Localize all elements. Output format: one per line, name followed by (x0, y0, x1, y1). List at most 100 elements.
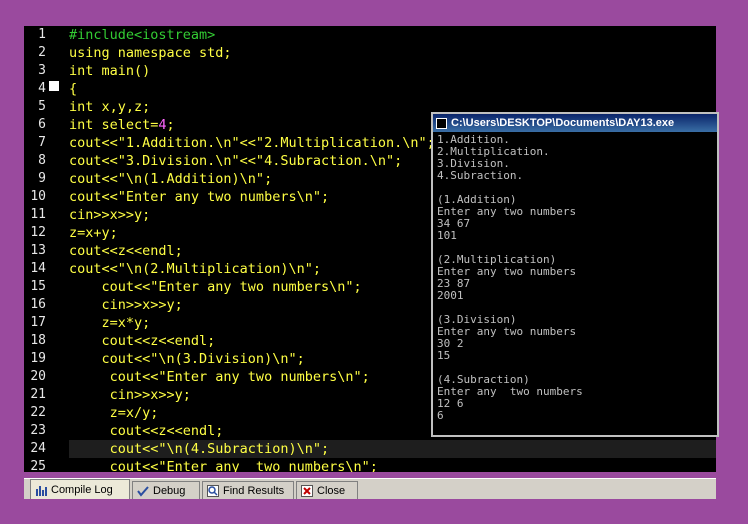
code-line[interactable]: int x,y,z; (69, 98, 150, 116)
code-token: cout<<"Enter any two numbers\n"; (69, 189, 330, 205)
code-line[interactable]: cout<<"Enter any two numbers\n"; (69, 368, 370, 386)
tab-find-results[interactable]: Find Results (202, 481, 294, 499)
code-line[interactable]: cout<<z<<endl; (69, 422, 224, 440)
bottom-tab-bar: Compile Log Debug Find Results Close (24, 478, 716, 499)
tab-label: Close (317, 484, 346, 497)
line-number: 20 (30, 369, 46, 384)
code-token: cin>>x>>y; (69, 387, 191, 403)
line-number: 25 (30, 459, 46, 472)
line-number: 11 (30, 207, 46, 222)
tab-close[interactable]: Close (296, 481, 358, 499)
current-line-marker (49, 81, 59, 91)
console-line: 101 (437, 229, 457, 242)
line-number: 1 (38, 27, 46, 42)
console-line: Enter any two numbers (437, 205, 577, 218)
close-icon (301, 484, 313, 497)
tab-label: Find Results (223, 484, 285, 497)
code-token: z=x/y; (69, 405, 159, 421)
tab-debug[interactable]: Debug (132, 481, 200, 499)
console-line: Enter any two numbers (437, 265, 577, 278)
code-token: cout<<"\n(2.Multiplication)\n"; (69, 261, 321, 277)
code-line[interactable]: cout<<"\n(2.Multiplication)\n"; (69, 260, 321, 278)
line-number: 6 (38, 117, 46, 132)
find-icon (207, 484, 219, 497)
console-line: 4.Subraction. (437, 169, 524, 182)
code-token: cout<<z<<endl; (69, 333, 216, 349)
code-token: int main() (69, 63, 151, 79)
console-line: Enter any two numbers (437, 385, 583, 398)
console-line: 15 (437, 349, 451, 362)
code-token: cout<<"Enter any two numbers\n"; (69, 279, 362, 295)
check-icon (137, 485, 149, 497)
tab-compile-log[interactable]: Compile Log (30, 479, 130, 499)
console-line: 30 2 (437, 337, 464, 350)
console-line: 23 87 (437, 277, 471, 290)
line-number: 4 (38, 81, 46, 96)
code-token: int x,y,z; (69, 99, 151, 115)
code-line[interactable]: cout<<"3.Division.\n"<<"4.Subraction.\n"… (69, 152, 402, 170)
line-number: 14 (30, 261, 46, 276)
line-number: 13 (30, 243, 46, 258)
line-number: 21 (30, 387, 46, 402)
code-line[interactable]: cout<<z<<endl; (69, 332, 216, 350)
code-token: z=x+y; (69, 225, 118, 241)
code-token: using namespace std; (69, 45, 232, 61)
code-line[interactable]: cin>>x>>y; (69, 386, 191, 404)
code-line[interactable]: cout<<"Enter any two numbers\n"; (69, 458, 378, 472)
code-line[interactable]: z=x*y; (69, 314, 151, 332)
code-line[interactable]: { (69, 80, 77, 98)
code-line[interactable]: cout<<"\n(1.Addition)\n"; (69, 170, 272, 188)
line-number: 23 (30, 423, 46, 438)
console-line: 12 6 (437, 397, 464, 410)
code-line[interactable]: #include<iostream> (69, 26, 215, 44)
code-line[interactable]: using namespace std; (69, 44, 232, 62)
code-token: { (69, 81, 78, 97)
code-line[interactable]: cout<<"1.Addition.\n"<<"2.Multiplication… (69, 134, 435, 152)
console-output: 1.Addition. 2.Multiplication. 3.Division. 4… (433, 132, 717, 422)
code-line[interactable]: cin>>x>>y; (69, 206, 150, 224)
line-number: 18 (30, 333, 46, 348)
code-token: #include<iostream> (69, 27, 216, 43)
line-number: 7 (38, 135, 46, 150)
tab-label: Compile Log (51, 483, 113, 496)
console-title: C:\Users\DESKTOP\Documents\DAY13.exe (451, 117, 675, 129)
line-number: 12 (30, 225, 46, 240)
console-line: Enter any two numbers (437, 325, 577, 338)
code-token: cout<<"\n(4.Subraction)\n"; (69, 441, 330, 457)
code-line[interactable]: cout<<"Enter any two numbers\n"; (69, 188, 329, 206)
code-token: cout<<"Enter any two numbers\n"; (69, 369, 370, 385)
line-number: 17 (30, 315, 46, 330)
code-line[interactable]: int select=4; (69, 116, 175, 134)
line-number: 10 (30, 189, 46, 204)
console-app-icon (436, 117, 447, 129)
line-number-gutter: 1 2 3 4 5 6 7 8 9 10 11 12 13 14 15 16 17 18 19 20 21 22 23 24 2… (24, 26, 62, 472)
code-token: ; (166, 117, 175, 133)
line-number: 9 (38, 171, 46, 186)
line-number: 5 (38, 99, 46, 114)
code-token: 4 (158, 117, 167, 133)
code-line[interactable]: cout<<"\n(4.Subraction)\n"; (69, 440, 716, 458)
code-line[interactable]: cout<<"Enter any two numbers\n"; (69, 278, 362, 296)
code-token: cout<<"Enter any two numbers\n"; (69, 459, 378, 472)
code-line[interactable]: cin>>x>>y; (69, 296, 183, 314)
code-line[interactable]: cout<<"\n(3.Division)\n"; (69, 350, 305, 368)
line-number: 8 (38, 153, 46, 168)
console-line: 6 (437, 409, 444, 422)
code-line[interactable]: z=x+y; (69, 224, 118, 242)
code-line[interactable]: cout<<z<<endl; (69, 242, 183, 260)
line-number: 3 (38, 63, 46, 78)
code-line[interactable]: int main() (69, 62, 150, 80)
line-number: 2 (38, 45, 46, 60)
code-token: cin>>x>>y; (69, 207, 151, 223)
code-line[interactable]: z=x/y; (69, 404, 159, 422)
code-token: z=x*y; (69, 315, 151, 331)
line-number: 15 (30, 279, 46, 294)
tab-label: Debug (153, 484, 186, 497)
console-line: 34 67 (437, 217, 471, 230)
chart-icon (35, 484, 47, 496)
console-title-bar[interactable]: C:\Users\DESKTOP\Documents\DAY13.exe (433, 114, 717, 132)
console-line: 2001 (437, 289, 464, 302)
line-number: 16 (30, 297, 46, 312)
console-window[interactable]: C:\Users\DESKTOP\Documents\DAY13.exe 1.A… (431, 112, 719, 437)
line-number: 19 (30, 351, 46, 366)
